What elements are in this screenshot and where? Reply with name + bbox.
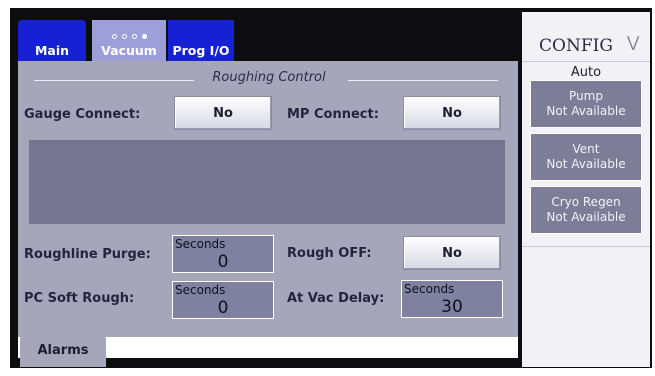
chevron-down-icon[interactable]: ⋁ <box>627 33 639 51</box>
gauge-connect-button[interactable]: No <box>174 96 272 130</box>
pump-button[interactable]: Pump Not Available <box>530 80 642 128</box>
cryo-regen-button[interactable]: Cryo Regen Not Available <box>530 186 642 234</box>
mp-connect-label: MP Connect: <box>287 107 379 122</box>
vent-status: Not Available <box>546 157 626 171</box>
page-dot-active <box>141 34 147 39</box>
alarms-label: Alarms <box>37 343 89 358</box>
section-title: Roughing Control <box>212 70 326 85</box>
pc-soft-rough-unit: Seconds <box>175 283 226 297</box>
vent-button[interactable]: Vent Not Available <box>530 133 642 181</box>
at-vac-delay-field[interactable]: Seconds 30 <box>401 280 503 318</box>
mode-label: Auto <box>570 65 602 80</box>
rough-off-value: No <box>442 245 462 261</box>
roughline-purge-unit: Seconds <box>175 237 226 251</box>
at-vac-delay-label: At Vac Delay: <box>287 291 385 306</box>
mp-connect-button[interactable]: No <box>403 96 501 130</box>
pc-soft-rough-value: 0 <box>217 298 229 318</box>
section-divider-right <box>348 80 498 81</box>
alarms-button[interactable]: Alarms <box>20 334 106 367</box>
config-title[interactable]: CONFIG <box>539 36 613 56</box>
page-dot <box>131 34 137 39</box>
pc-soft-rough-field[interactable]: Seconds 0 <box>172 281 274 319</box>
pump-status: Not Available <box>546 104 626 118</box>
page-dot <box>111 34 117 39</box>
rough-off-button[interactable]: No <box>403 236 501 270</box>
tab-prog-io[interactable]: Prog I/O <box>168 20 234 61</box>
at-vac-delay-unit: Seconds <box>404 282 455 296</box>
side-divider-lower <box>522 246 650 247</box>
tab-main-label: Main <box>34 43 70 58</box>
pump-title: Pump <box>569 89 603 103</box>
page-dot <box>121 34 127 39</box>
mp-connect-value: No <box>442 105 462 121</box>
gauge-connect-label: Gauge Connect: <box>24 107 141 122</box>
vent-title: Vent <box>572 142 600 156</box>
roughline-purge-label: Roughline Purge: <box>24 247 151 262</box>
at-vac-delay-value: 30 <box>441 297 463 317</box>
side-divider <box>522 61 650 62</box>
cryo-regen-status: Not Available <box>546 210 626 224</box>
gauge-connect-value: No <box>213 105 233 121</box>
tab-vacuum-label: Vacuum <box>101 43 157 58</box>
tab-vacuum[interactable]: Vacuum <box>92 20 166 61</box>
rough-off-label: Rough OFF: <box>287 246 372 261</box>
tab-prog-io-label: Prog I/O <box>172 43 230 58</box>
page-indicator-dots <box>111 34 147 39</box>
roughline-purge-value: 0 <box>217 252 229 272</box>
roughline-purge-field[interactable]: Seconds 0 <box>172 235 274 273</box>
status-display-area <box>29 140 505 224</box>
cryo-regen-title: Cryo Regen <box>551 195 621 209</box>
tab-main[interactable]: Main <box>18 20 86 61</box>
section-divider-left <box>34 80 194 81</box>
pc-soft-rough-label: PC Soft Rough: <box>24 291 135 306</box>
